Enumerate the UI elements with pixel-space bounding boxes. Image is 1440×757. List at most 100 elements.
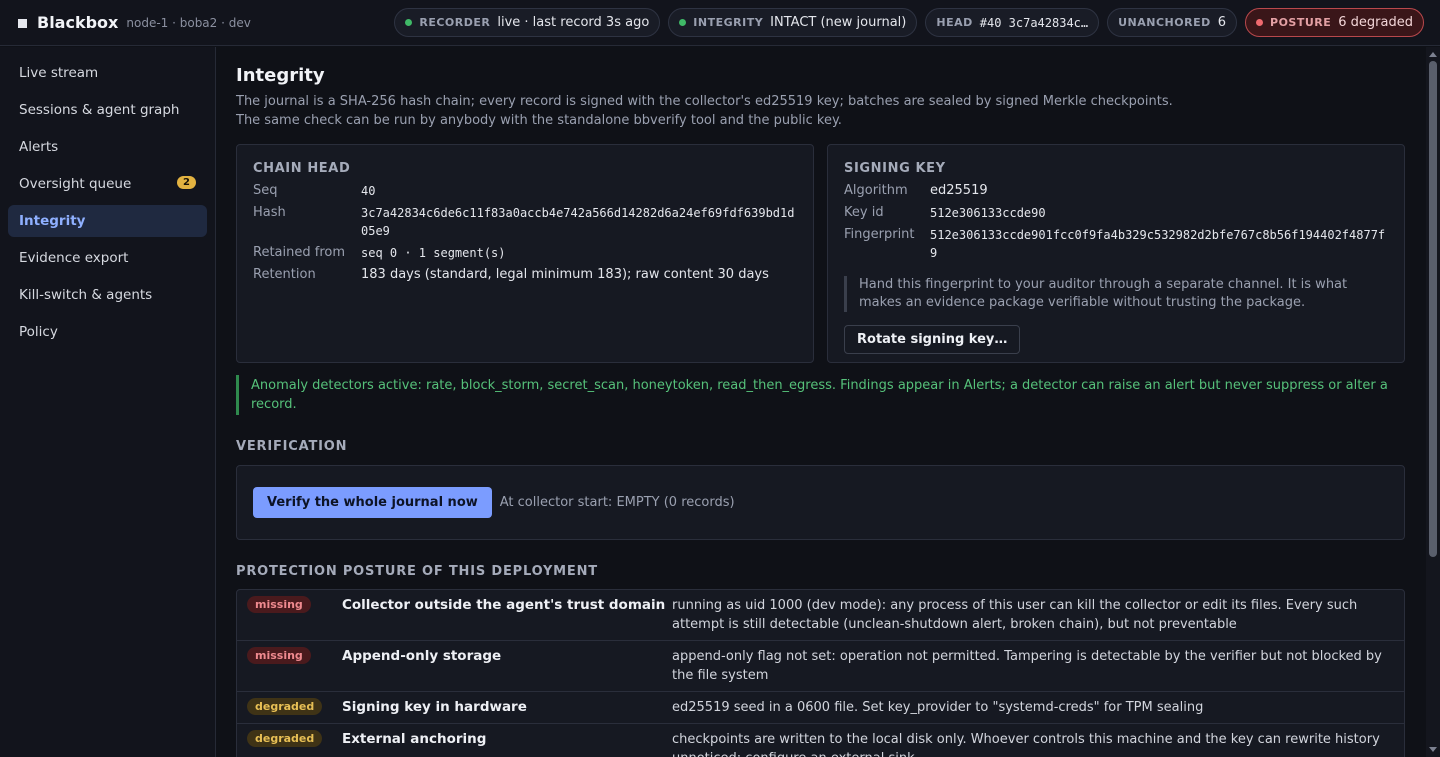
recorder-pill[interactable]: RECORDER live · last record 3s ago bbox=[394, 8, 661, 37]
table-row: degraded Signing key in hardware ed25519… bbox=[237, 692, 1404, 724]
posture-desc: ed25519 seed in a 0600 file. Set key_pro… bbox=[672, 700, 1204, 715]
unanchored-pill[interactable]: UNANCHORED 6 bbox=[1107, 8, 1238, 37]
app-title: Blackbox bbox=[37, 13, 119, 32]
retained-row: Retained from seq 0 · 1 segment(s) bbox=[253, 244, 797, 262]
posture-name: External anchoring bbox=[342, 731, 487, 747]
pill-value: 6 degraded bbox=[1338, 15, 1413, 30]
verification-title: VERIFICATION bbox=[236, 439, 348, 454]
verify-status: At collector start: EMPTY (0 records) bbox=[499, 495, 735, 510]
algorithm-value: ed25519 bbox=[930, 183, 988, 198]
pill-key: UNANCHORED bbox=[1118, 16, 1211, 29]
status-dot-icon bbox=[679, 19, 687, 26]
retention-row: Retention 183 days (standard, legal mini… bbox=[253, 266, 797, 284]
sidebar-item-label: Integrity bbox=[19, 213, 86, 229]
hash-value[interactable]: 3c7a42834c6de6c11f83a0accb4e742a566d1428… bbox=[361, 204, 797, 240]
status-dot-icon bbox=[1256, 19, 1264, 26]
sidebar-item-label: Kill-switch & agents bbox=[19, 287, 153, 303]
node-label: node-1 · boba2 · dev bbox=[126, 15, 251, 30]
sidebar-item-kill-switch[interactable]: Kill-switch & agents bbox=[8, 279, 207, 311]
sidebar-item-oversight-queue[interactable]: Oversight queue 2 bbox=[8, 168, 207, 200]
sidebar-item-label: Evidence export bbox=[19, 250, 129, 266]
posture-table: missing Collector outside the agent's tr… bbox=[236, 589, 1405, 757]
keyid-row: Key id 512e306133ccde90 bbox=[844, 204, 1388, 222]
pill-value: INTACT (new journal) bbox=[770, 15, 907, 30]
hash-label: Hash bbox=[253, 205, 286, 220]
retention-label: Retention bbox=[253, 267, 316, 282]
status-badge: missing bbox=[247, 647, 311, 664]
posture-desc: running as uid 1000 (dev mode): any proc… bbox=[672, 598, 1358, 632]
page-title: Integrity bbox=[236, 65, 325, 86]
sidebar-item-label: Oversight queue bbox=[19, 176, 132, 192]
card-title: SIGNING KEY bbox=[844, 161, 946, 176]
posture-desc: checkpoints are written to the local dis… bbox=[672, 732, 1380, 757]
pill-value: #40 3c7a42834c… bbox=[979, 15, 1089, 30]
posture-pill[interactable]: POSTURE 6 degraded bbox=[1245, 8, 1424, 37]
table-row: degraded External anchoring checkpoints … bbox=[237, 724, 1404, 757]
logo-icon bbox=[18, 19, 27, 28]
retained-value: seq 0 · 1 segment(s) bbox=[361, 246, 506, 260]
status-pills: RECORDER live · last record 3s ago INTEG… bbox=[394, 8, 1424, 37]
fingerprint-note: Hand this fingerprint to your auditor th… bbox=[844, 276, 1388, 312]
keyid-value: 512e306133ccde90 bbox=[930, 206, 1046, 220]
status-badge: degraded bbox=[247, 730, 323, 747]
pill-key: HEAD bbox=[936, 16, 973, 29]
signing-key-card: SIGNING KEY Algorithm ed25519 Key id 512… bbox=[827, 144, 1405, 363]
page-description: The journal is a SHA-256 hash chain; eve… bbox=[236, 92, 1336, 130]
count-badge: 2 bbox=[177, 176, 196, 189]
verification-box: Verify the whole journal now At collecto… bbox=[236, 465, 1405, 540]
sidebar-item-live-stream[interactable]: Live stream bbox=[8, 57, 207, 89]
scroll-down-icon[interactable] bbox=[1429, 747, 1437, 752]
seq-label: Seq bbox=[253, 183, 278, 198]
integrity-pill[interactable]: INTEGRITY INTACT (new journal) bbox=[668, 8, 918, 37]
pill-value: live · last record 3s ago bbox=[497, 15, 650, 30]
card-title: CHAIN HEAD bbox=[253, 161, 351, 176]
head-pill[interactable]: HEAD #40 3c7a42834c… bbox=[925, 8, 1100, 37]
top-bar: Blackbox node-1 · boba2 · dev RECORDER l… bbox=[0, 0, 1440, 46]
scrollbar-thumb[interactable] bbox=[1429, 61, 1437, 557]
sidebar-item-sessions[interactable]: Sessions & agent graph bbox=[8, 94, 207, 126]
sidebar-item-label: Policy bbox=[19, 324, 58, 340]
sidebar-item-evidence-export[interactable]: Evidence export bbox=[8, 242, 207, 274]
keyid-label: Key id bbox=[844, 205, 884, 220]
hash-row: Hash 3c7a42834c6de6c11f83a0accb4e742a566… bbox=[253, 204, 797, 240]
retention-value: 183 days (standard, legal minimum 183); … bbox=[361, 267, 769, 282]
status-badge: missing bbox=[247, 596, 311, 613]
table-row: missing Collector outside the agent's tr… bbox=[237, 590, 1404, 641]
algorithm-row: Algorithm ed25519 bbox=[844, 182, 1388, 200]
fingerprint-value[interactable]: 512e306133ccde901fcc0f9fa4b329c532982d2b… bbox=[930, 226, 1388, 262]
page-description-line: The journal is a SHA-256 hash chain; eve… bbox=[236, 94, 1173, 109]
brand: Blackbox node-1 · boba2 · dev bbox=[18, 13, 251, 32]
chain-head-card: CHAIN HEAD Seq 40 Hash 3c7a42834c6de6c11… bbox=[236, 144, 814, 363]
sidebar-item-label: Live stream bbox=[19, 65, 99, 81]
table-row: missing Append-only storage append-only … bbox=[237, 641, 1404, 692]
pill-value: 6 bbox=[1217, 15, 1227, 30]
sidebar-item-alerts[interactable]: Alerts bbox=[8, 131, 207, 163]
posture-desc: append-only flag not set: operation not … bbox=[672, 649, 1382, 683]
posture-title: PROTECTION POSTURE OF THIS DEPLOYMENT bbox=[236, 564, 598, 579]
seq-value: 40 bbox=[361, 184, 376, 198]
verify-journal-button[interactable]: Verify the whole journal now bbox=[253, 487, 492, 518]
sidebar-item-label: Sessions & agent graph bbox=[19, 102, 180, 118]
info-cards: CHAIN HEAD Seq 40 Hash 3c7a42834c6de6c11… bbox=[236, 144, 1405, 363]
main-content: Integrity The journal is a SHA-256 hash … bbox=[216, 47, 1426, 757]
algorithm-label: Algorithm bbox=[844, 183, 908, 198]
pill-key: POSTURE bbox=[1270, 16, 1332, 29]
status-dot-icon bbox=[405, 19, 413, 26]
sidebar: Live stream Sessions & agent graph Alert… bbox=[0, 47, 216, 757]
sidebar-item-integrity[interactable]: Integrity bbox=[8, 205, 207, 237]
posture-name: Collector outside the agent's trust doma… bbox=[342, 597, 666, 613]
page-description-line: The same check can be run by anybody wit… bbox=[236, 113, 842, 128]
sidebar-item-label: Alerts bbox=[19, 139, 59, 155]
status-badge: degraded bbox=[247, 698, 323, 715]
pill-key: INTEGRITY bbox=[693, 16, 764, 29]
fingerprint-row: Fingerprint 512e306133ccde901fcc0f9fa4b3… bbox=[844, 226, 1388, 262]
retained-label: Retained from bbox=[253, 245, 345, 260]
scroll-up-icon[interactable] bbox=[1429, 52, 1437, 57]
rotate-key-button[interactable]: Rotate signing key… bbox=[844, 325, 1021, 354]
posture-name: Signing key in hardware bbox=[342, 699, 527, 715]
pill-key: RECORDER bbox=[419, 16, 491, 29]
main-scrollbar[interactable] bbox=[1426, 47, 1440, 757]
sidebar-item-policy[interactable]: Policy bbox=[8, 316, 207, 348]
posture-name: Append-only storage bbox=[342, 648, 502, 664]
anomaly-notice: Anomaly detectors active: rate, block_st… bbox=[236, 375, 1405, 415]
